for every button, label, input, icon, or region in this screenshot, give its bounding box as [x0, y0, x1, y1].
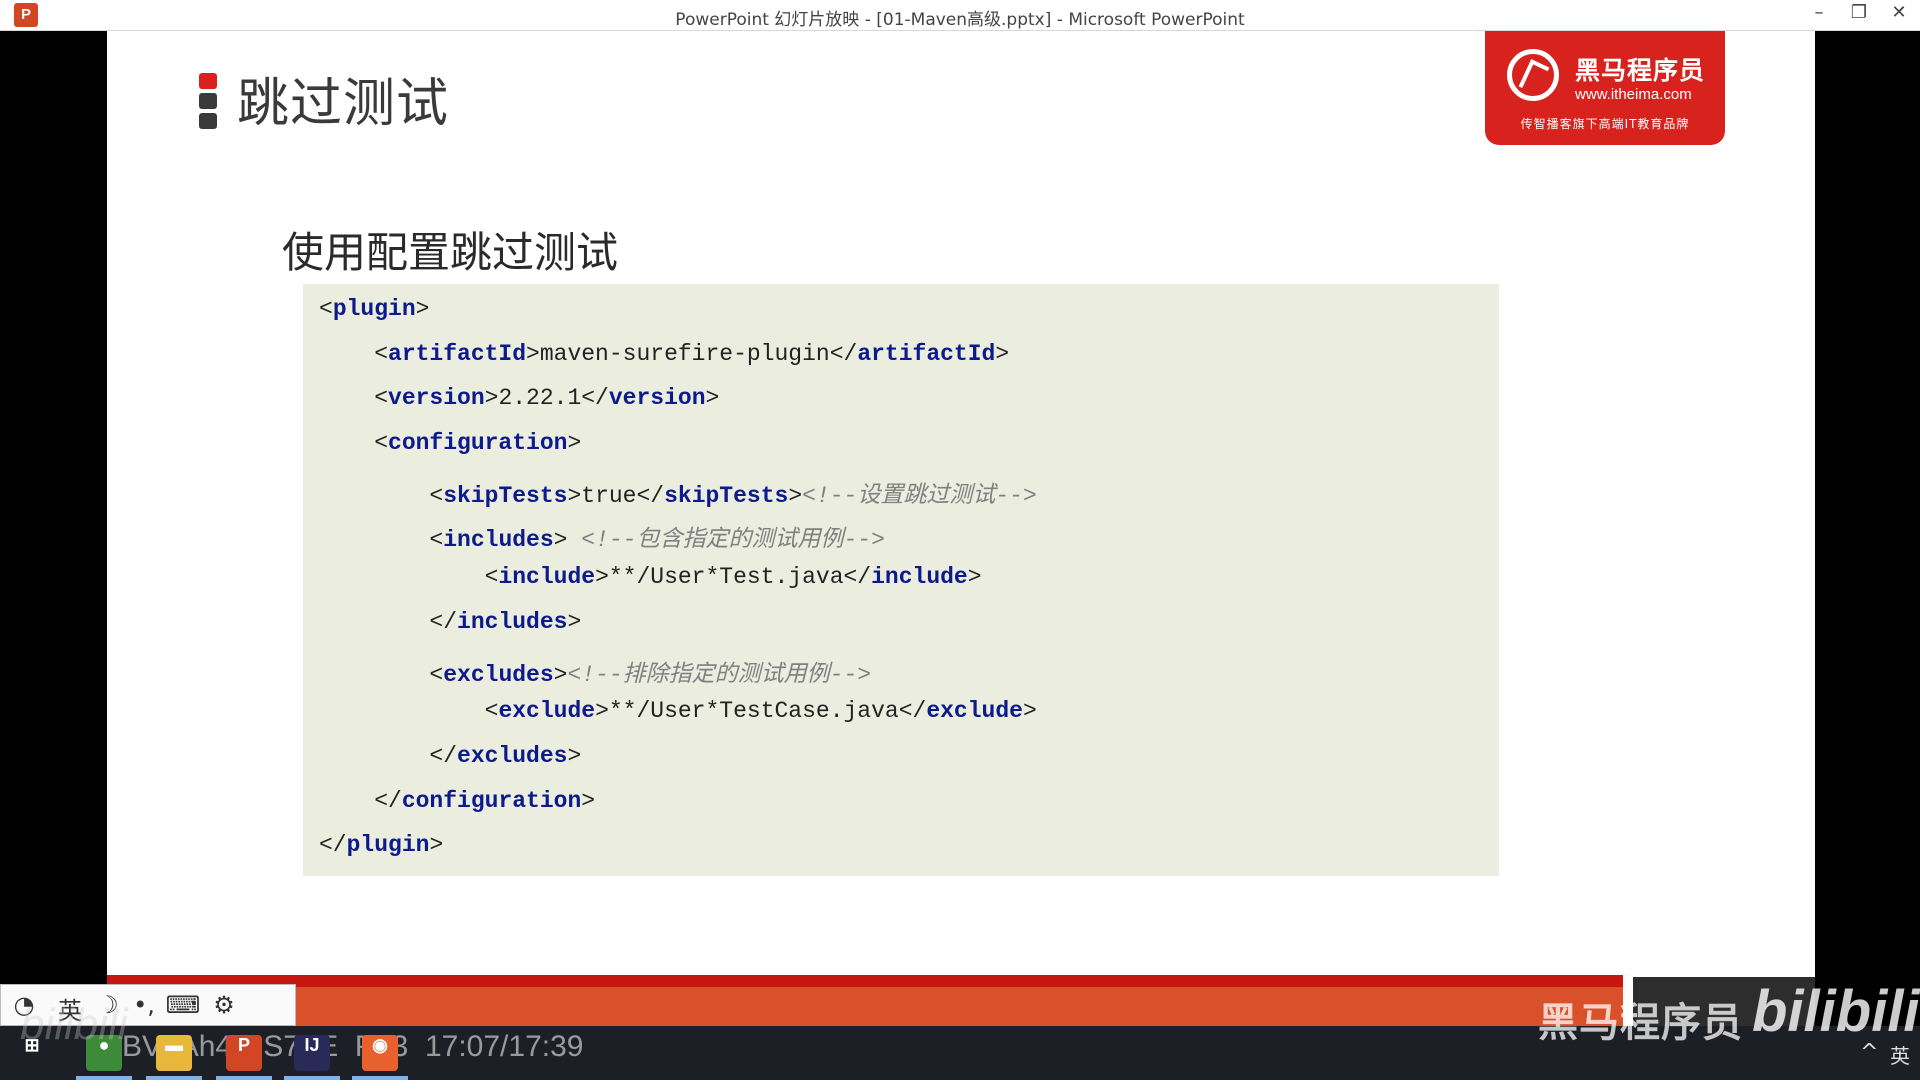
code-comment: <!--包含指定的测试用例--> [581, 527, 885, 554]
code-line: <includes> <!--包含指定的测试用例--> [319, 519, 1499, 564]
code-line: <plugin> [319, 296, 1499, 341]
code-text: < [319, 296, 333, 322]
code-line: <skipTests>true</skipTests><!--设置跳过测试--> [319, 475, 1499, 520]
code-line: <artifactId>maven-surefire-plugin</artif… [319, 341, 1499, 386]
logo-brand-name: 黑马程序员 [1575, 56, 1706, 85]
window-title-bar: P PowerPoint 幻灯片放映 - [01-Maven高级.pptx] -… [0, 0, 1920, 31]
code-tag: include [498, 564, 596, 591]
code-line: <excludes><!--排除指定的测试用例--> [319, 654, 1499, 699]
code-block: <plugin> <artifactId>maven-surefire-plug… [303, 284, 1499, 876]
code-text: >maven-surefire-plugin</ [526, 340, 858, 367]
code-tag: artifactId [857, 340, 996, 367]
code-tag: version [608, 385, 706, 412]
code-text: < [319, 661, 444, 688]
itheima-logo: 黑马程序员 www.itheima.com 传智播客旗下高端IT教育品牌 [1485, 31, 1725, 145]
code-text: < [319, 482, 444, 509]
code-text: > [429, 832, 444, 859]
code-tag: excludes [457, 742, 568, 769]
code-text: </ [319, 832, 347, 859]
code-tag: configuration [388, 430, 568, 457]
code-tag: configuration [401, 787, 582, 814]
slide-title: 跳过测试 [237, 74, 450, 134]
minimize-icon[interactable]: – [1800, 2, 1838, 28]
code-text: < [319, 430, 389, 457]
taskbar-running-indicator [352, 1076, 408, 1080]
code-text: > [788, 482, 803, 509]
code-tag: includes [457, 608, 568, 635]
code-line: </excludes> [319, 743, 1499, 788]
code-line: <configuration> [319, 430, 1499, 475]
code-text: < [319, 527, 444, 554]
logo-slogan: 传智播客旗下高端IT教育品牌 [1520, 117, 1690, 131]
code-text: < [319, 564, 499, 591]
code-line: </configuration> [319, 788, 1499, 833]
restore-icon[interactable]: ❐ [1840, 2, 1878, 28]
taskbar-running-indicator [284, 1076, 340, 1080]
code-tag: plugin [332, 296, 416, 322]
bullet-square-dark [199, 113, 217, 129]
code-tag: exclude [498, 698, 596, 725]
gear-icon[interactable]: ⚙ [207, 991, 241, 1021]
code-text: > [415, 296, 430, 322]
file-explorer-icon[interactable]: ▬ [156, 1035, 192, 1071]
code-line: </includes> [319, 609, 1499, 654]
code-text: >**/User*Test.java</ [595, 564, 872, 591]
punctuation-icon[interactable]: •, [125, 991, 163, 1021]
code-text: >true</ [567, 482, 665, 509]
code-line: <exclude>**/User*TestCase.java</exclude> [319, 698, 1499, 743]
code-text: > [995, 340, 1010, 367]
code-text: </ [319, 742, 458, 769]
slide-footer-band [107, 975, 1623, 1031]
code-comment: <!--排除指定的测试用例--> [567, 661, 872, 688]
powerpoint-icon[interactable]: P [226, 1035, 262, 1071]
code-text: </ [319, 608, 458, 635]
code-text: < [319, 385, 389, 412]
code-text: > [705, 385, 720, 412]
browser-icon[interactable]: ◉ [362, 1035, 398, 1071]
code-comment: <!--设置跳过测试--> [802, 482, 1037, 509]
code-tag: exclude [926, 698, 1023, 725]
code-text: > [1022, 698, 1037, 725]
keyboard-icon[interactable]: ⌨ [163, 991, 203, 1021]
bullet-square-dark [199, 93, 217, 109]
horse-logo-icon [1507, 49, 1559, 101]
code-text: >**/User*TestCase.java</ [595, 698, 927, 725]
code-line: <include>**/User*Test.java</include> [319, 564, 1499, 609]
code-text: </ [319, 787, 402, 814]
taskbar-running-indicator [216, 1076, 272, 1080]
code-tag: plugin [346, 832, 430, 859]
code-text: > [967, 564, 982, 591]
bilibili-watermark: bilibili [1752, 979, 1920, 1044]
code-tag: includes [443, 527, 554, 554]
taskbar-running-indicator [146, 1076, 202, 1080]
code-text: > [581, 787, 596, 814]
bullet-square-red [199, 73, 217, 89]
intellij-icon[interactable]: IJ [294, 1035, 330, 1071]
bilibili-watermark-left: bilibili [20, 1000, 128, 1049]
taskbar-running-indicator [76, 1076, 132, 1080]
code-text: > [567, 430, 582, 457]
code-text: > [553, 661, 568, 688]
code-text: > [567, 742, 582, 769]
code-text: < [319, 698, 499, 725]
logo-url: www.itheima.com [1575, 86, 1692, 103]
code-text: > [567, 608, 582, 635]
code-tag: include [871, 564, 968, 591]
code-text: > [553, 527, 582, 554]
code-text: < [319, 340, 389, 367]
code-tag: skipTests [664, 482, 789, 509]
brand-watermark: 黑马程序员 [1538, 1000, 1743, 1046]
code-tag: artifactId [388, 340, 527, 367]
slide[interactable]: 跳过测试 黑马程序员 www.itheima.com 传智播客旗下高端IT教育品… [107, 31, 1815, 1031]
code-line: </plugin> [319, 832, 1499, 877]
slide-subtitle: 使用配置跳过测试 [282, 228, 619, 277]
code-tag: version [388, 385, 485, 412]
code-line: <version>2.22.1</version> [319, 385, 1499, 430]
code-tag: skipTests [443, 482, 568, 509]
code-text: >2.22.1</ [484, 385, 609, 412]
heading-bullet-icon [199, 73, 217, 133]
code-tag: excludes [443, 661, 554, 688]
window-title: PowerPoint 幻灯片放映 - [01-Maven高级.pptx] - M… [675, 10, 1245, 30]
close-icon[interactable]: ✕ [1880, 2, 1918, 28]
